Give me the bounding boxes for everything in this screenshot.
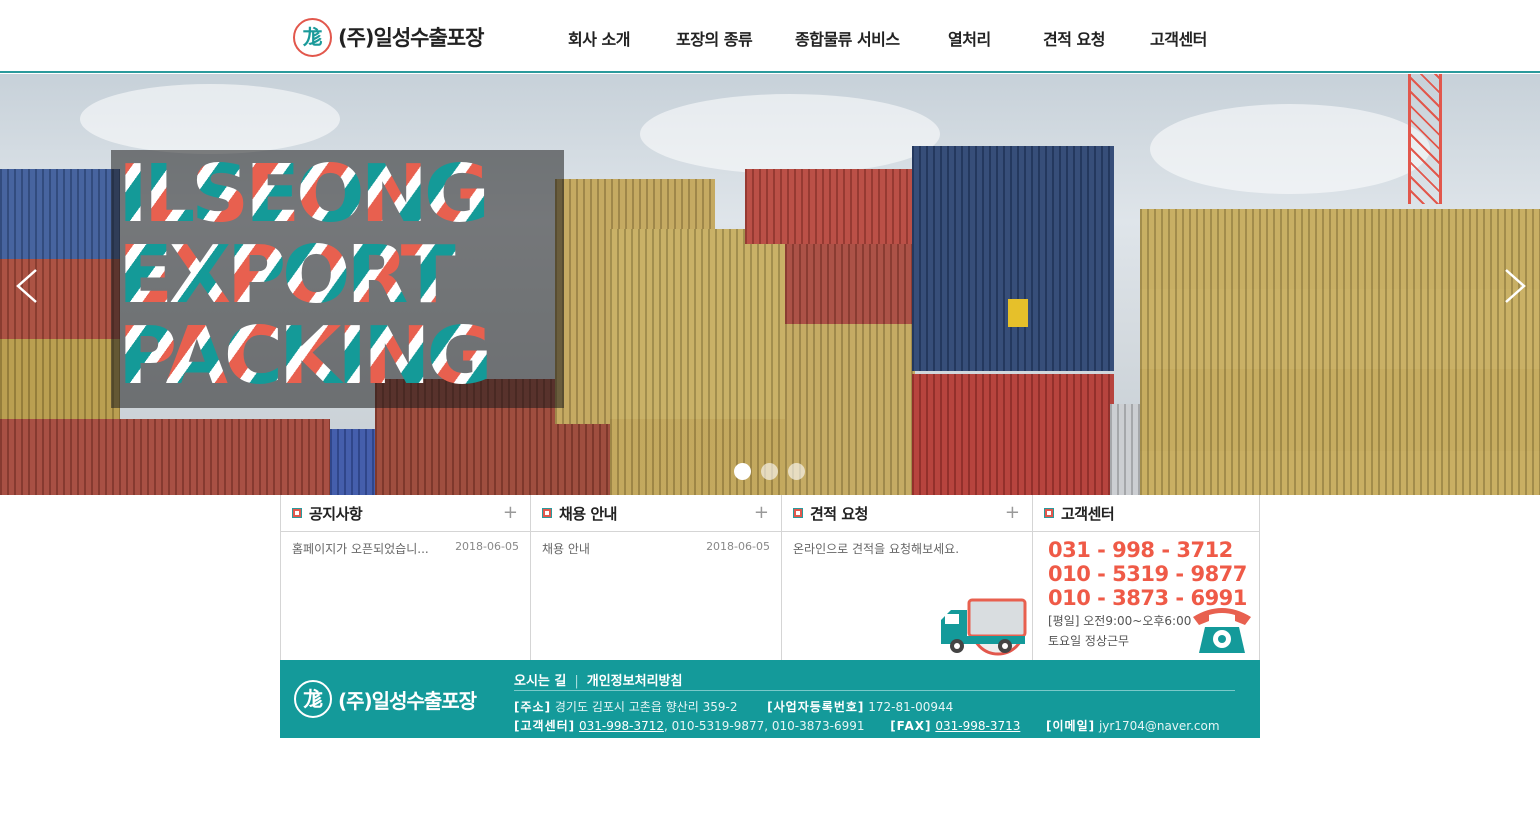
footer-link-location[interactable]: 오시는 길	[514, 674, 566, 689]
recruit-title[interactable]: 채용 안내	[559, 503, 617, 524]
list-item[interactable]: 온라인으로 견적을 요청해보세요.	[782, 532, 1032, 557]
business-number-value: 172-81-00944	[868, 700, 954, 714]
quote-panel-header: 견적 요청 +	[782, 495, 1032, 532]
footer-logo-glyph: 尨	[303, 687, 323, 711]
nav-item-quote[interactable]: 견적 요청	[1043, 26, 1105, 50]
email-label: [이메일]	[1046, 719, 1096, 733]
list-item[interactable]: 홈페이지가 오픈되었습니... 2018-06-05	[281, 532, 530, 557]
nav-item-heat-treatment[interactable]: 열처리	[948, 26, 991, 50]
cloud-shape	[80, 84, 340, 154]
bullet-icon	[1044, 508, 1054, 518]
bullet-icon	[793, 508, 803, 518]
site-logo[interactable]: 尨 (주)일성수출포장	[293, 17, 484, 57]
list-item[interactable]: 채용 안내 2018-06-05	[531, 532, 781, 557]
address-label: [주소]	[514, 700, 552, 714]
site-header: 尨 (주)일성수출포장 회사 소개 포장의 종류 종합물류 서비스 열처리 견적…	[0, 0, 1540, 73]
logo-text: (주)일성수출포장	[338, 26, 484, 50]
quote-panel: 견적 요청 + 온라인으로 견적을 요청해보세요.	[782, 495, 1033, 660]
recruit-item-date: 2018-06-05	[706, 540, 770, 553]
container-shape	[912, 146, 1114, 371]
container-shape	[1140, 209, 1540, 289]
customer-center-panel-header: 고객센터	[1033, 495, 1260, 532]
customer-center-phones: , 010-5319-9877, 010-3873-6991	[663, 719, 865, 733]
recruit-panel-header: 채용 안내 +	[531, 495, 781, 532]
footer-logo[interactable]: 尨 (주)일성수출포장	[294, 680, 477, 718]
footer-logo-emblem-icon: 尨	[294, 680, 332, 718]
recruit-panel: 채용 안내 + 채용 안내 2018-06-05	[531, 495, 1026, 660]
hero-title: ILSEONG EXPORT PACKING	[118, 154, 493, 397]
notice-item-date: 2018-06-05	[455, 540, 519, 553]
container-shape	[0, 169, 120, 259]
footer-link-privacy[interactable]: 개인정보처리방침	[587, 674, 683, 689]
logo-emblem-icon: 尨	[293, 17, 332, 57]
site-footer: 尨 (주)일성수출포장 오시는 길 | 개인정보처리방침 [주소] 경기도 김포시 …	[280, 660, 1260, 738]
customer-center-panel: 고객센터 031 - 998 - 3712 010 - 5319 - 9877 …	[1033, 495, 1260, 660]
email-value[interactable]: jyr1704@naver.com	[1099, 719, 1220, 733]
telephone-icon	[1193, 608, 1251, 653]
container-shape	[0, 339, 120, 419]
container-shape	[1140, 369, 1540, 451]
nav-item-customer-center[interactable]: 고객센터	[1150, 26, 1207, 50]
phone-number[interactable]: 010 - 5319 - 9877	[1048, 562, 1260, 586]
quote-description[interactable]: 온라인으로 견적을 요청해보세요.	[793, 540, 959, 557]
footer-logo-text: (주)일성수출포장	[338, 688, 477, 713]
footer-divider	[514, 690, 1235, 691]
fax-label: [FAX]	[890, 719, 932, 733]
container-shape	[1110, 404, 1140, 495]
crane-structure	[1408, 74, 1442, 204]
hero-title-line: ILSEONG	[118, 154, 490, 235]
notice-panel-header: 공지사항 +	[281, 495, 530, 532]
notice-title[interactable]: 공지사항	[309, 503, 363, 524]
nav-item-packing-types[interactable]: 포장의 종류	[676, 26, 753, 50]
container-shape	[785, 244, 915, 324]
container-shape	[1140, 289, 1540, 369]
nav-item-logistics[interactable]: 종합물류 서비스	[795, 26, 900, 50]
container-shape	[912, 374, 1114, 495]
quote-more-plus-icon[interactable]: +	[1005, 504, 1020, 522]
recruit-more-plus-icon[interactable]: +	[754, 504, 769, 522]
container-shape	[610, 229, 785, 419]
hero-title-line: PACKING	[118, 310, 493, 402]
footer-link-separator: |	[574, 674, 579, 689]
recruit-item-title[interactable]: 채용 안내	[542, 540, 590, 557]
notice-more-plus-icon[interactable]: +	[503, 504, 518, 522]
fax-value[interactable]: 031-998-3713	[935, 719, 1020, 733]
slider-prev-arrow-icon[interactable]	[6, 256, 46, 316]
footer-address-line: [주소] 경기도 김포시 고촌읍 향산리 359-2 [사업자등록번호] 172…	[514, 698, 953, 715]
bullet-icon	[292, 508, 302, 518]
quote-title[interactable]: 견적 요청	[810, 503, 868, 524]
nav-item-company[interactable]: 회사 소개	[568, 26, 630, 50]
phone-number[interactable]: 031 - 998 - 3712	[1048, 538, 1260, 562]
footer-contact-line: [고객센터] 031-998-3712, 010-5319-9877, 010-…	[514, 717, 1220, 734]
slider-dot-1[interactable]	[734, 463, 751, 480]
truck-icon	[941, 598, 1027, 653]
address-value: 경기도 김포시 고촌읍 향산리 359-2	[554, 700, 738, 714]
notice-panel: 공지사항 + 홈페이지가 오픈되었습니... 2018-06-05	[281, 495, 531, 660]
footer-links: 오시는 길 | 개인정보처리방침	[514, 670, 682, 689]
container-shape	[330, 429, 375, 495]
slider-pagination	[734, 463, 805, 480]
bullet-icon	[542, 508, 552, 518]
slider-next-arrow-icon[interactable]	[1496, 256, 1536, 316]
customer-center-title: 고객센터	[1061, 504, 1115, 523]
hero-title-line: EXPORT	[118, 235, 489, 316]
container-shape	[610, 419, 785, 495]
notice-item-title[interactable]: 홈페이지가 오픈되었습니...	[292, 540, 429, 557]
container-shape	[1140, 451, 1540, 495]
cloud-shape	[640, 94, 940, 174]
hero-slider: ILSEONG EXPORT PACKING	[0, 74, 1540, 495]
customer-center-label: [고객센터]	[514, 719, 576, 733]
cloud-shape	[1150, 104, 1430, 194]
slider-dot-2[interactable]	[761, 463, 778, 480]
warning-sticker	[1008, 299, 1028, 327]
container-shape	[0, 419, 330, 495]
info-panels: 공지사항 + 홈페이지가 오픈되었습니... 2018-06-05 채용 안내 …	[280, 495, 1260, 660]
slider-dot-3[interactable]	[788, 463, 805, 480]
logo-glyph: 尨	[302, 25, 323, 49]
business-number-label: [사업자등록번호]	[767, 700, 865, 714]
customer-center-phone-link[interactable]: 031-998-3712	[579, 719, 664, 733]
container-shape	[745, 169, 915, 244]
